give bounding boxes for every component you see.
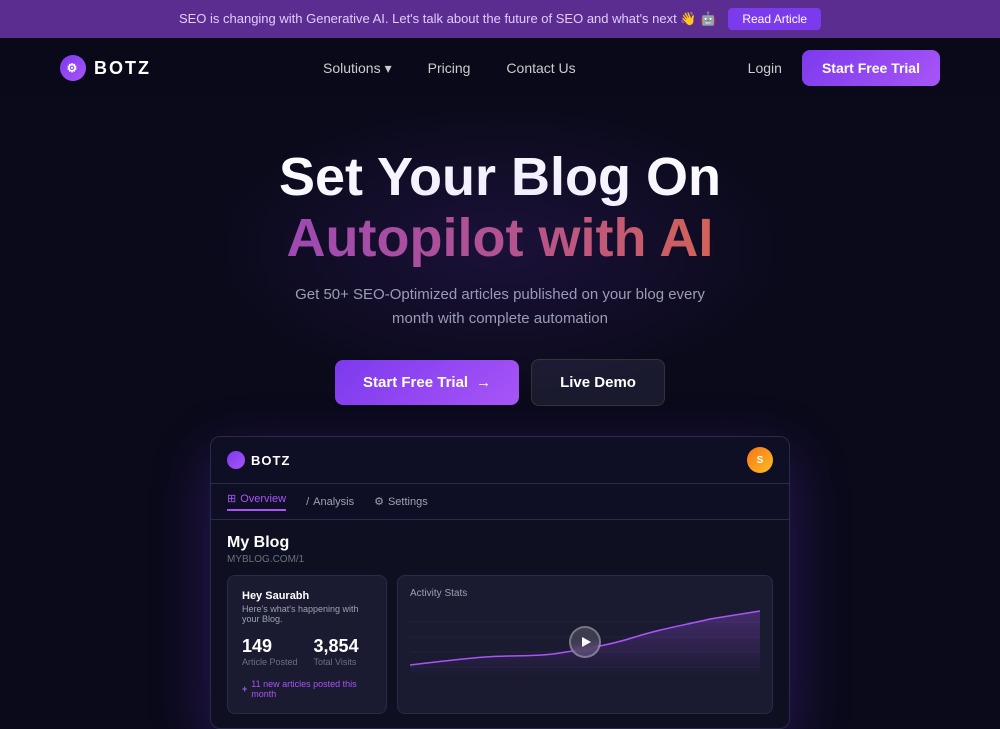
widget-right: Activity Stats: [397, 575, 773, 714]
nav-links: Solutions ▾ Pricing Contact Us: [323, 60, 576, 77]
login-link[interactable]: Login: [748, 60, 782, 76]
hero-start-trial-button[interactable]: Start Free Trial →: [335, 360, 519, 405]
start-trial-label: Start Free Trial: [363, 374, 468, 391]
analysis-separator: /: [306, 496, 309, 508]
logo-icon: ⚙: [60, 55, 86, 81]
hero-buttons: Start Free Trial → Live Demo: [20, 359, 980, 406]
analysis-label: Analysis: [313, 496, 354, 508]
logo-text: BOTZ: [94, 58, 151, 79]
widget-badge: 11 new articles posted this month: [242, 679, 372, 699]
arrow-icon: →: [476, 374, 491, 391]
dashboard-nav-settings[interactable]: ⚙ Settings: [374, 495, 428, 508]
dashboard-topbar: BOTZ S: [211, 437, 789, 484]
widget-desc: Here's what's happening with your Blog.: [242, 604, 372, 624]
dashboard-content: My Blog MYBLOG.COM/1 Hey Saurabh Here's …: [211, 520, 789, 728]
settings-label: Settings: [388, 496, 428, 508]
dashboard-avatar: S: [747, 447, 773, 473]
announcement-bar: SEO is changing with Generative AI. Let'…: [0, 0, 1000, 38]
stat-articles: 149 Article Posted: [242, 636, 298, 667]
dashboard-nav-overview[interactable]: ⊞ Overview: [227, 492, 286, 511]
nav-right: Login Start Free Trial: [748, 50, 940, 86]
read-article-button[interactable]: Read Article: [728, 8, 821, 30]
start-trial-button[interactable]: Start Free Trial: [802, 50, 940, 86]
nav-solutions[interactable]: Solutions ▾: [323, 60, 392, 77]
widget-left: Hey Saurabh Here's what's happening with…: [227, 575, 387, 714]
dashboard-grid: Hey Saurabh Here's what's happening with…: [227, 575, 773, 714]
play-button[interactable]: [569, 626, 601, 658]
stat-visits: 3,854 Total Visits: [314, 636, 359, 667]
chevron-down-icon: ▾: [385, 60, 392, 77]
articles-label: Article Posted: [242, 657, 298, 667]
hero-section: Set Your Blog On Autopilot with AI Get 5…: [0, 98, 1000, 436]
widget-stats: 149 Article Posted 3,854 Total Visits: [242, 636, 372, 667]
dashboard-logo-icon: [227, 451, 245, 469]
widget-greeting: Hey Saurabh: [242, 590, 372, 602]
blog-title: My Blog: [227, 534, 773, 552]
navbar: ⚙ BOTZ Solutions ▾ Pricing Contact Us Lo…: [0, 38, 1000, 98]
nav-contact[interactable]: Contact Us: [506, 60, 575, 76]
dashboard-logo-text: BOTZ: [251, 453, 290, 468]
hero-subtitle: Get 50+ SEO-Optimized articles published…: [290, 283, 710, 331]
visits-label: Total Visits: [314, 657, 359, 667]
dashboard-logo: BOTZ: [227, 451, 290, 469]
hero-title-line2: Autopilot with AI: [20, 207, 980, 269]
dashboard-nav: ⊞ Overview / Analysis ⚙ Settings: [211, 484, 789, 520]
nav-pricing[interactable]: Pricing: [428, 60, 471, 76]
badge-text: 11 new articles posted this month: [251, 679, 372, 699]
logo: ⚙ BOTZ: [60, 55, 151, 81]
dashboard-nav-analysis[interactable]: / Analysis: [306, 496, 354, 508]
blog-url: MYBLOG.COM/1: [227, 554, 773, 565]
play-icon: [582, 637, 591, 647]
overview-icon: ⊞: [227, 492, 236, 505]
articles-count: 149: [242, 636, 298, 657]
activity-title: Activity Stats: [410, 588, 760, 599]
overview-label: Overview: [240, 493, 286, 505]
settings-icon: ⚙: [374, 495, 384, 508]
visits-count: 3,854: [314, 636, 359, 657]
announcement-text: SEO is changing with Generative AI. Let'…: [179, 11, 716, 27]
chart-area: [410, 607, 760, 677]
dashboard-preview: BOTZ S ⊞ Overview / Analysis ⚙ Settings …: [210, 436, 790, 729]
live-demo-button[interactable]: Live Demo: [531, 359, 665, 406]
hero-title-line1: Set Your Blog On: [20, 148, 980, 207]
